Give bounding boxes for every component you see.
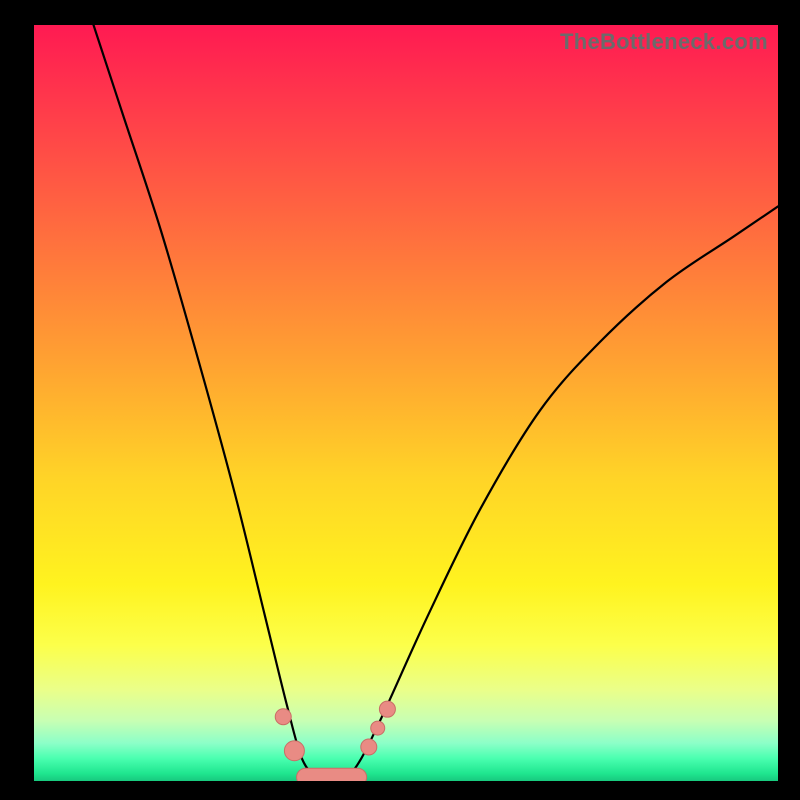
bottleneck-curve bbox=[94, 25, 778, 781]
marker-dot bbox=[379, 701, 395, 717]
marker-dot bbox=[284, 741, 304, 761]
marker-dot bbox=[275, 709, 291, 725]
chart-svg bbox=[34, 25, 778, 781]
plot-area: TheBottleneck.com bbox=[34, 25, 778, 781]
marker-bar bbox=[297, 768, 367, 781]
marker-group bbox=[275, 701, 395, 781]
marker-dot bbox=[371, 721, 385, 735]
outer-frame: TheBottleneck.com bbox=[0, 0, 800, 800]
marker-dot bbox=[361, 739, 377, 755]
